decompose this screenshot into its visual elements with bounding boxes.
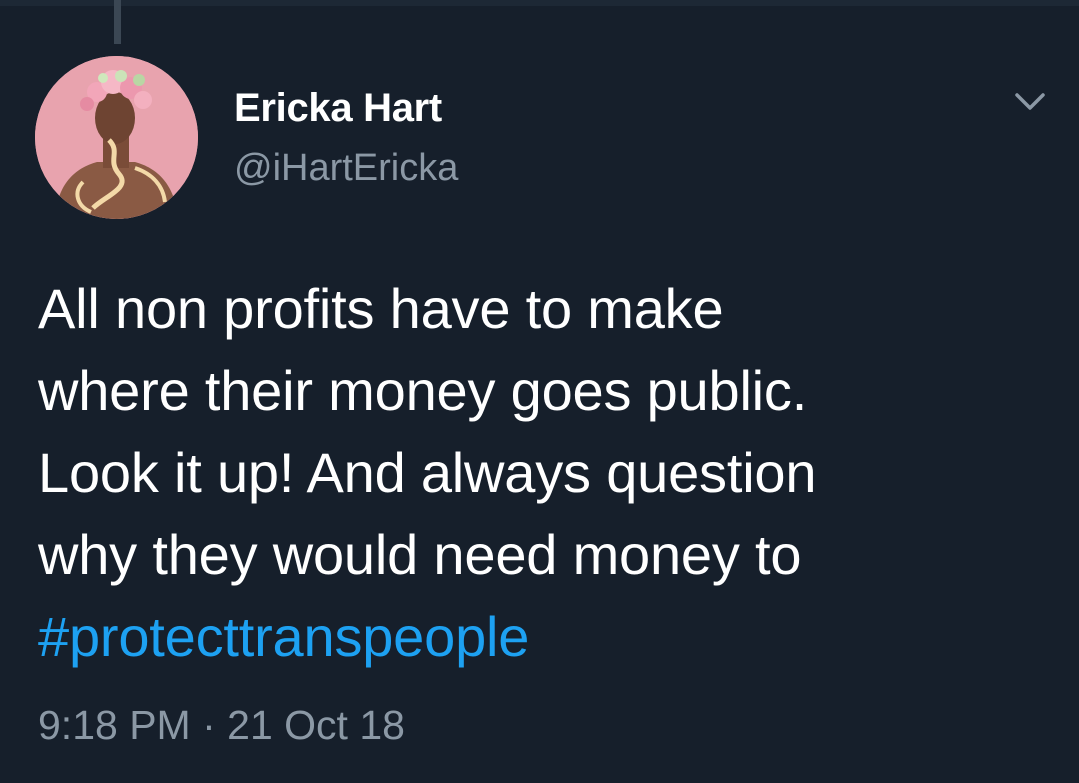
author-avatar[interactable] xyxy=(35,56,198,219)
avatar-image xyxy=(35,56,198,219)
tweet-text-line: Look it up! And always question xyxy=(38,441,817,504)
meta-separator: · xyxy=(202,702,216,748)
thread-connector-line xyxy=(114,0,121,44)
hashtag-link[interactable]: #protecttranspeople xyxy=(38,596,1048,678)
chevron-down-icon[interactable] xyxy=(1008,84,1052,120)
top-divider xyxy=(0,0,1079,6)
tweet-text-line: where their money goes public. xyxy=(38,359,808,422)
tweet-text-line: All non profits have to make xyxy=(38,277,724,340)
tweet-text: All non profits have to make where their… xyxy=(38,268,1048,678)
tweet-timestamp[interactable]: 9:18 PM · 21 Oct 18 xyxy=(38,702,405,749)
tweet-time: 9:18 PM xyxy=(38,702,191,748)
tweet-date: 21 Oct 18 xyxy=(227,702,405,748)
tweet-text-line: why they would need money to xyxy=(38,523,802,586)
author-handle[interactable]: @iHartEricka xyxy=(234,147,458,190)
author-display-name[interactable]: Ericka Hart xyxy=(234,86,442,131)
tweet-screen: Ericka Hart @iHartEricka All non profits… xyxy=(0,0,1079,783)
